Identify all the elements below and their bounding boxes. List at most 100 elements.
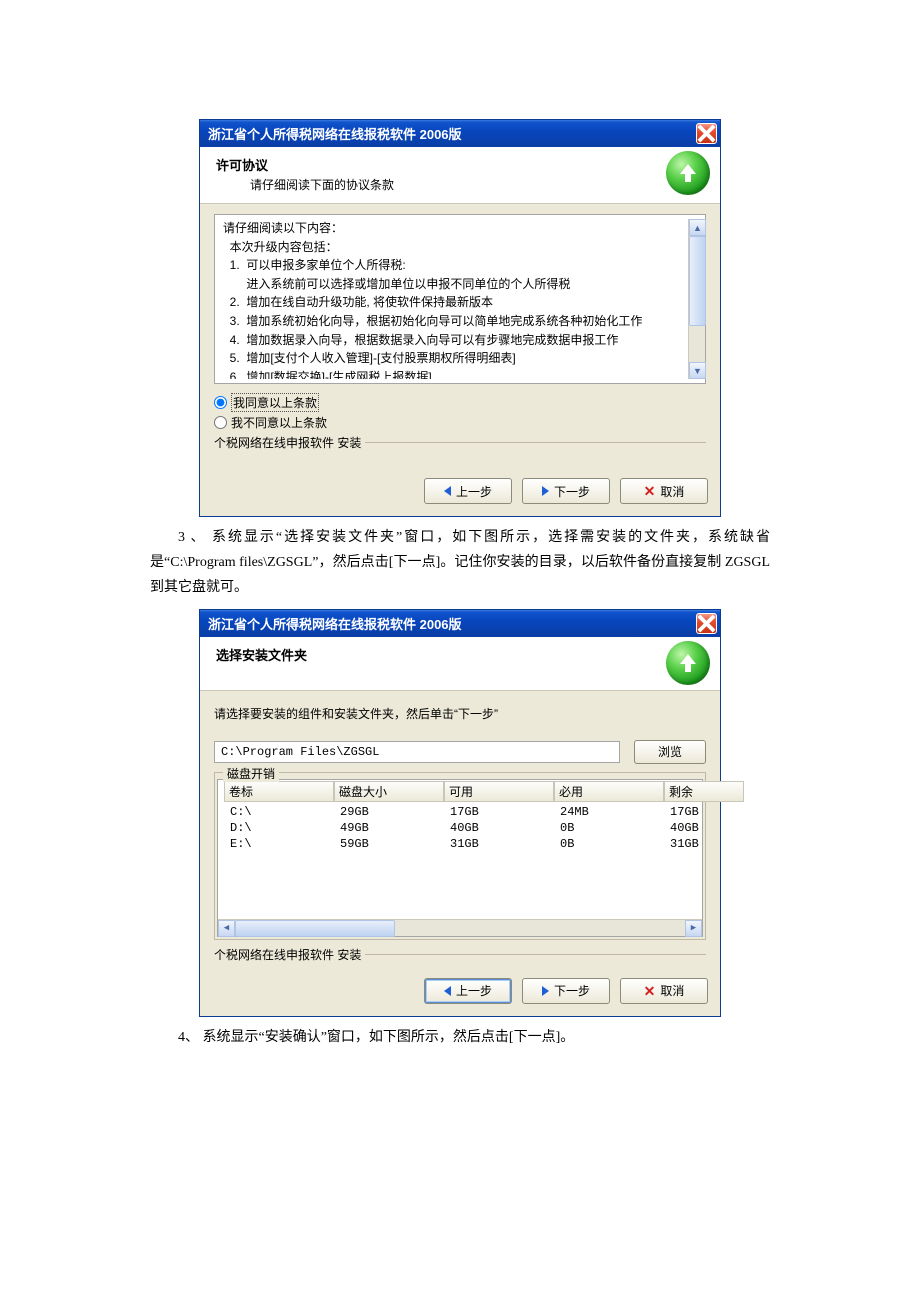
document-page: 浙江省个人所得税网络在线报税软件 2006版 许可协议 请仔细阅读下面的协议条款…: [0, 0, 920, 1108]
screenshot-select-folder: 浙江省个人所得税网络在线报税软件 2006版 选择安装文件夹 请选择要安装的组件…: [150, 609, 770, 1017]
next-button[interactable]: 下一步: [522, 978, 610, 1004]
radio-agree-label: 我同意以上条款: [231, 393, 319, 412]
disk-cost-legend: 磁盘开销: [223, 765, 279, 782]
window-title: 浙江省个人所得税网络在线报税软件 2006版: [208, 614, 696, 633]
license-line: 6. 增加[数据交换]-[生成网税上报数据]: [223, 368, 688, 379]
radio-disagree-label: 我不同意以上条款: [231, 414, 327, 431]
separator: 个税网络在线申报软件 安装: [214, 442, 706, 460]
screenshot-license: 浙江省个人所得税网络在线报税软件 2006版 许可协议 请仔细阅读下面的协议条款…: [150, 119, 770, 517]
disk-cell: 59GB: [334, 837, 444, 851]
prev-button-label: 上一步: [456, 982, 492, 999]
dialog-header: 选择安装文件夹: [200, 637, 720, 691]
disk-cell: 40GB: [444, 821, 554, 835]
license-textbox[interactable]: 请仔细阅读以下内容： 本次升级内容包括： 1. 可以申报多家单位个人所得税: 进…: [214, 214, 706, 384]
license-line: 4. 增加数据录入向导，根据数据录入向导可以有步骤地完成数据申报工作: [223, 331, 688, 350]
disk-cell: 0B: [554, 837, 664, 851]
disk-row[interactable]: C:\29GB17GB24MB17GB: [218, 804, 702, 820]
disk-cell: 29GB: [334, 805, 444, 819]
scrollbar-horizontal[interactable]: ◀ ▶: [218, 919, 702, 936]
license-line: 2. 增加在线自动升级功能, 将使软件保持最新版本: [223, 293, 688, 312]
dialog-content: 请选择要安装的组件和安装文件夹，然后单击“下一步” C:\Program Fil…: [200, 691, 720, 972]
installer-dialog-license: 浙江省个人所得税网络在线报税软件 2006版 许可协议 请仔细阅读下面的协议条款…: [199, 119, 721, 517]
col-volume[interactable]: 卷标: [224, 781, 334, 802]
col-avail[interactable]: 可用: [444, 781, 554, 802]
disk-cell: 49GB: [334, 821, 444, 835]
arrow-right-icon: [542, 986, 549, 996]
radio-agree[interactable]: 我同意以上条款: [214, 392, 706, 413]
prev-button[interactable]: 上一步: [424, 478, 512, 504]
disk-cell: 17GB: [664, 805, 744, 819]
close-icon[interactable]: [696, 613, 717, 634]
dialog-header: 许可协议 请仔细阅读下面的协议条款: [200, 147, 720, 204]
header-subtitle: 请仔细阅读下面的协议条款: [216, 176, 704, 193]
close-icon[interactable]: [696, 123, 717, 144]
disk-grid-header: 卷标 磁盘大小 可用 必用 剩余: [218, 780, 702, 803]
col-size[interactable]: 磁盘大小: [334, 781, 444, 802]
license-line: 本次升级内容包括：: [223, 238, 688, 257]
license-line: 请仔细阅读以下内容：: [223, 219, 688, 238]
scroll-thumb-h[interactable]: [235, 920, 395, 937]
radio-agree-input[interactable]: [214, 396, 227, 409]
arrow-left-icon: [444, 986, 451, 996]
license-line: 1. 可以申报多家单位个人所得税:: [223, 256, 688, 275]
prev-button[interactable]: 上一步: [424, 978, 512, 1004]
disk-cell: 0B: [554, 821, 664, 835]
disk-row[interactable]: E:\59GB31GB0B31GB: [218, 836, 702, 852]
disk-cost-group: 磁盘开销 卷标 磁盘大小 可用 必用 剩余 C:\29GB17GB24MB17G…: [214, 772, 706, 940]
cancel-button-label: 取消: [660, 483, 684, 500]
installer-name-legend: 个税网络在线申报软件 安装: [214, 434, 365, 451]
disk-cell: E:\: [224, 837, 334, 851]
radio-disagree-input[interactable]: [214, 416, 227, 429]
up-arrow-icon: [666, 151, 710, 195]
scroll-left-icon[interactable]: ◀: [218, 920, 235, 937]
disk-cell: 31GB: [444, 837, 554, 851]
license-line: 5. 增加[支付个人收入管理]-[支付股票期权所得明细表]: [223, 349, 688, 368]
scroll-thumb[interactable]: [689, 236, 706, 326]
disk-row[interactable]: D:\49GB40GB0B40GB: [218, 820, 702, 836]
install-path-input[interactable]: C:\Program Files\ZGSGL: [214, 741, 620, 763]
license-line: 进入系统前可以选择或增加单位以申报不同单位的个人所得税: [223, 275, 688, 294]
scroll-right-icon[interactable]: ▶: [685, 920, 702, 937]
window-title: 浙江省个人所得税网络在线报税软件 2006版: [208, 124, 696, 143]
disk-cell: C:\: [224, 805, 334, 819]
up-arrow-icon: [666, 641, 710, 685]
instruction-text: 请选择要安装的组件和安装文件夹，然后单击“下一步”: [214, 705, 706, 722]
next-button-label: 下一步: [554, 483, 590, 500]
cancel-button-label: 取消: [660, 982, 684, 999]
disk-cell: 40GB: [664, 821, 744, 835]
disk-cell: 17GB: [444, 805, 554, 819]
install-path-row: C:\Program Files\ZGSGL 浏览: [214, 740, 706, 764]
next-button[interactable]: 下一步: [522, 478, 610, 504]
dialog-content: 请仔细阅读以下内容： 本次升级内容包括： 1. 可以申报多家单位个人所得税: 进…: [200, 204, 720, 472]
titlebar: 浙江省个人所得税网络在线报税软件 2006版: [200, 120, 720, 147]
paragraph-step-3: 3 、 系统显示“选择安装文件夹”窗口，如下图所示，选择需安装的文件夹，系统缺省…: [150, 525, 770, 601]
installer-dialog-select-folder: 浙江省个人所得税网络在线报税软件 2006版 选择安装文件夹 请选择要安装的组件…: [199, 609, 721, 1017]
prev-button-label: 上一步: [456, 483, 492, 500]
installer-name-legend: 个税网络在线申报软件 安装: [214, 946, 365, 963]
cancel-button[interactable]: ✕ 取消: [620, 978, 708, 1004]
paragraph-step-4: 4、 系统显示“安装确认”窗口，如下图所示，然后点击[下一点]。: [150, 1025, 770, 1050]
browse-button[interactable]: 浏览: [634, 740, 706, 764]
header-title: 选择安装文件夹: [216, 645, 704, 664]
col-remain[interactable]: 剩余: [664, 781, 744, 802]
scrollbar-vertical[interactable]: ▲ ▼: [688, 219, 705, 379]
disk-cell: D:\: [224, 821, 334, 835]
arrow-right-icon: [542, 486, 549, 496]
scroll-up-icon[interactable]: ▲: [689, 219, 706, 236]
titlebar: 浙江省个人所得税网络在线报税软件 2006版: [200, 610, 720, 637]
radio-disagree[interactable]: 我不同意以上条款: [214, 413, 706, 432]
separator: 个税网络在线申报软件 安装: [214, 954, 706, 972]
disk-grid-body: C:\29GB17GB24MB17GBD:\49GB40GB0B40GBE:\5…: [218, 803, 702, 919]
install-path-value: C:\Program Files\ZGSGL: [221, 745, 379, 759]
scroll-down-icon[interactable]: ▼: [689, 362, 706, 379]
arrow-left-icon: [444, 486, 451, 496]
disk-cell: 31GB: [664, 837, 744, 851]
cancel-button[interactable]: ✕ 取消: [620, 478, 708, 504]
button-row: 上一步 下一步 ✕ 取消: [200, 472, 720, 516]
x-icon: ✕: [644, 484, 656, 498]
x-icon: ✕: [644, 984, 656, 998]
header-title: 许可协议: [216, 155, 704, 174]
disk-cell: 24MB: [554, 805, 664, 819]
col-need[interactable]: 必用: [554, 781, 664, 802]
next-button-label: 下一步: [554, 982, 590, 999]
